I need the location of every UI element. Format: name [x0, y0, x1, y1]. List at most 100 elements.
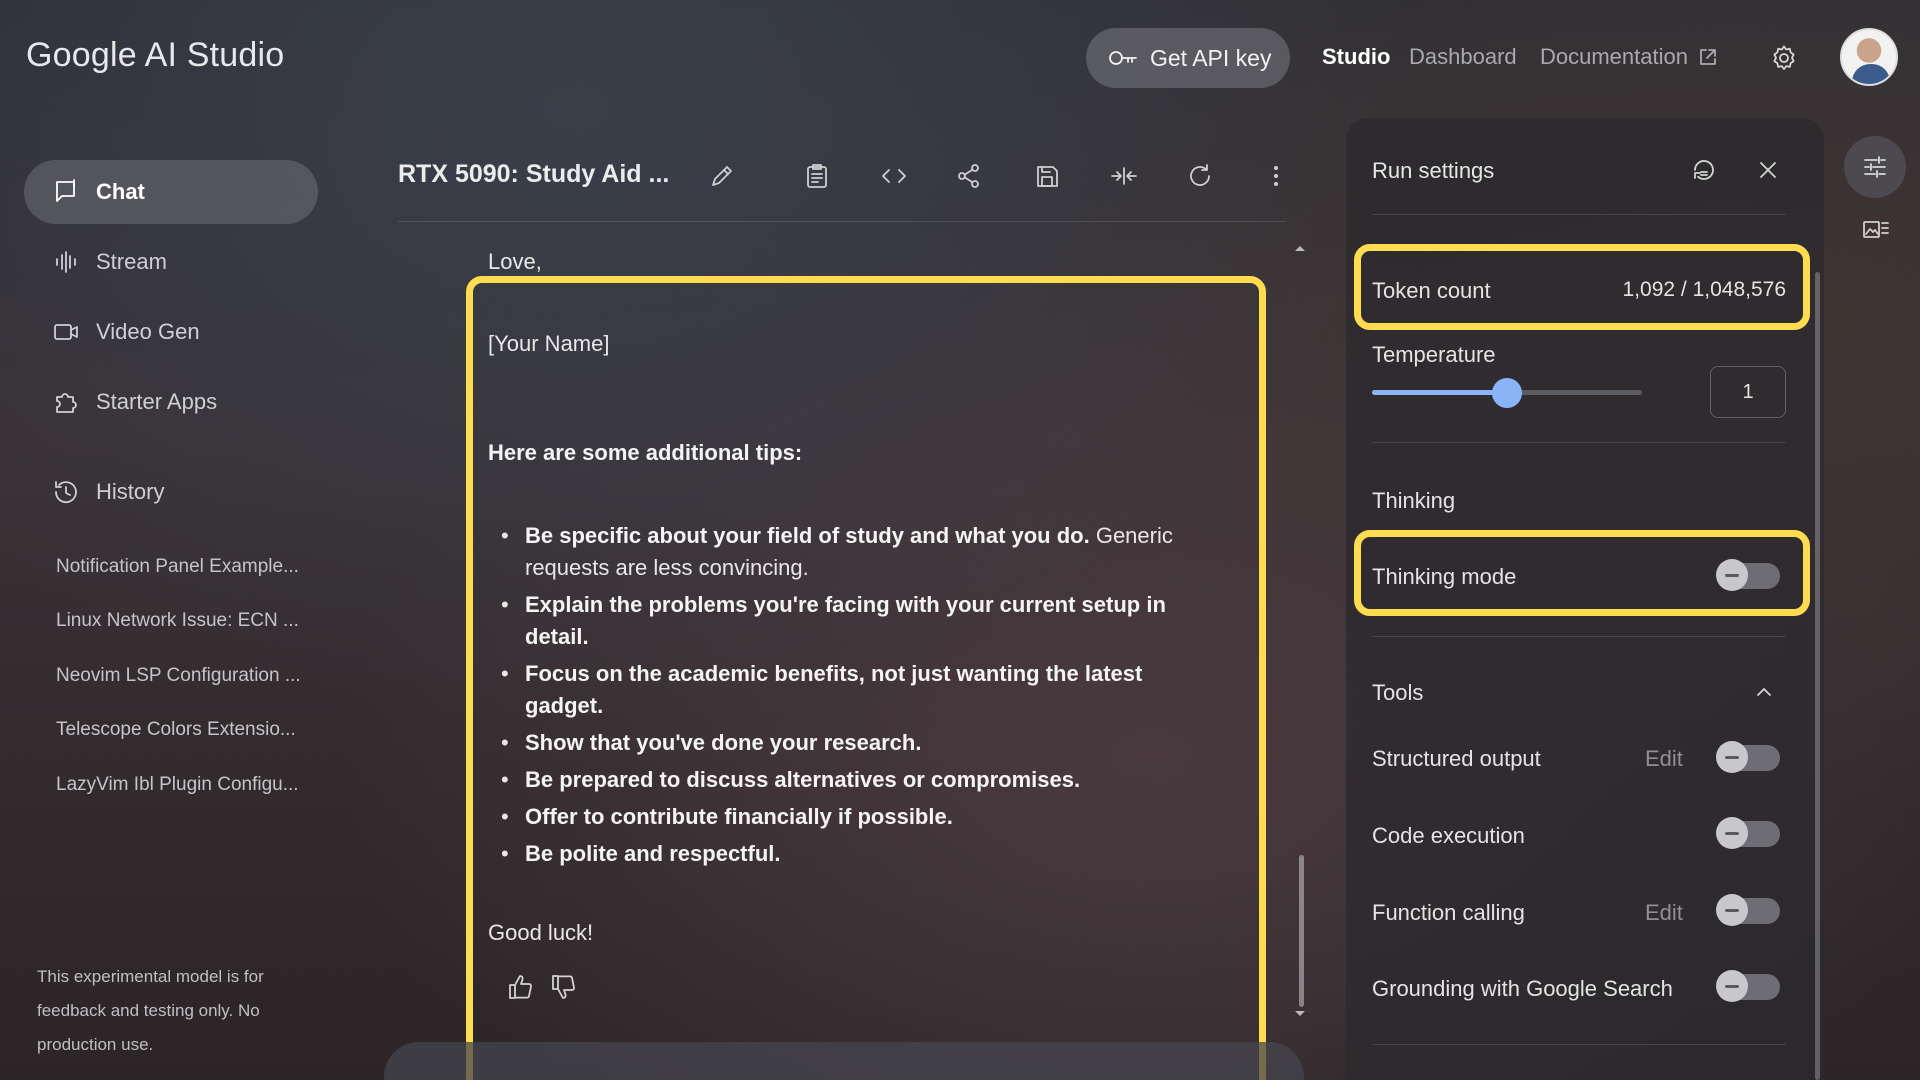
function-calling-toggle[interactable] [1716, 894, 1780, 926]
thumbs-up-icon[interactable] [506, 972, 536, 1002]
nav-documentation-label: Documentation [1540, 44, 1688, 69]
tip-bold: Explain the problems you're facing with … [525, 592, 1166, 649]
sidebar-item-label: Starter Apps [96, 389, 218, 414]
panel-scrollbar[interactable] [1815, 272, 1820, 1080]
toggle-knob [1716, 894, 1748, 926]
tune-icon [1861, 153, 1889, 181]
closing-text: Love, [488, 249, 542, 274]
panel-divider [1372, 214, 1786, 215]
tools-heading: Tools [1372, 680, 1424, 705]
experimental-disclaimer: This experimental model is for feedback … [37, 967, 264, 1054]
thinking-mode-label: Thinking mode [1372, 564, 1517, 589]
list-item: Be polite and respectful. [501, 838, 1205, 870]
tool-function-calling-label: Function calling [1372, 900, 1525, 925]
thinking-heading: Thinking [1372, 488, 1456, 513]
list-item: Focus on the academic benefits, not just… [501, 658, 1205, 722]
function-calling-edit-link[interactable]: Edit [1645, 900, 1683, 926]
puzzle-icon [52, 388, 80, 416]
toggle-knob [1716, 970, 1748, 1002]
temperature-input[interactable]: 1 [1710, 366, 1786, 418]
your-name-placeholder: [Your Name] [488, 331, 610, 356]
temperature-label: Temperature [1372, 342, 1496, 367]
tip-bold: Be polite and respectful. [525, 841, 781, 866]
chevron-up-icon[interactable] [1752, 680, 1776, 704]
stream-icon [52, 248, 80, 276]
panel-divider [1372, 442, 1786, 443]
list-item: Offer to contribute financially if possi… [501, 801, 1205, 833]
history-icon [52, 478, 80, 506]
sidebar-item-label: Stream [96, 249, 167, 274]
history-item[interactable]: Notification Panel Example... [56, 556, 299, 578]
user-avatar[interactable] [1840, 28, 1898, 86]
tips-list: Be specific about your field of study an… [501, 520, 1205, 875]
tip-bold: Be prepared to discuss alternatives or c… [525, 767, 1081, 792]
run-settings-title: Run settings [1372, 158, 1495, 183]
tip-bold: Show that you've done your research. [525, 730, 922, 755]
save-icon[interactable] [1033, 162, 1061, 190]
sidebar-item-label: History [96, 479, 165, 504]
tip-bold: Offer to contribute financially if possi… [525, 804, 953, 829]
reset-settings-icon[interactable] [1690, 156, 1718, 184]
get-api-key-button[interactable]: Get API key [1086, 28, 1290, 88]
external-link-icon [1698, 47, 1718, 67]
list-item: Be prepared to discuss alternatives or c… [501, 764, 1205, 796]
toggle-knob [1716, 817, 1748, 849]
close-icon[interactable] [1754, 156, 1782, 184]
tool-grounding-label: Grounding with Google Search [1372, 976, 1673, 1001]
tip-bold: Be specific about your field of study an… [525, 523, 1090, 548]
structured-output-toggle[interactable] [1716, 741, 1780, 773]
history-item[interactable]: Linux Network Issue: ECN ... [56, 610, 299, 632]
sidebar-item-label: Chat [96, 179, 145, 204]
list-item: Be specific about your field of study an… [501, 520, 1205, 584]
grounding-toggle[interactable] [1716, 970, 1780, 1002]
key-icon [1108, 48, 1138, 68]
nav-documentation[interactable]: Documentation [1540, 44, 1718, 70]
code-icon[interactable] [879, 162, 909, 190]
tips-heading: Here are some additional tips: [488, 440, 803, 465]
edit-pencil-icon[interactable] [708, 162, 736, 190]
sidebar-item-starter-apps[interactable]: Starter Apps [24, 370, 318, 434]
sidebar-item-history[interactable]: History [24, 460, 318, 524]
prompt-input-bar[interactable] [384, 1042, 1304, 1080]
scroll-down-arrow-icon[interactable] [1294, 1010, 1306, 1018]
token-count-label: Token count [1372, 278, 1491, 303]
history-item[interactable]: Neovim LSP Configuration ... [56, 665, 301, 687]
chat-title: RTX 5090: Study Aid ... [398, 160, 670, 188]
history-item[interactable]: LazyVim Ibl Plugin Configu... [56, 774, 299, 796]
header-divider [398, 221, 1286, 222]
sign-off-text: Good luck! [488, 920, 594, 945]
sidebar-item-stream[interactable]: Stream [24, 230, 318, 294]
compare-icon[interactable] [1109, 162, 1139, 190]
temperature-slider-fill [1372, 390, 1507, 395]
sidebar-item-video-gen[interactable]: Video Gen [24, 300, 318, 364]
settings-gear-icon[interactable] [1770, 44, 1798, 72]
nav-studio[interactable]: Studio [1322, 44, 1390, 70]
sidebar-item-chat[interactable]: Chat [24, 160, 318, 224]
share-icon[interactable] [955, 162, 983, 190]
refresh-icon[interactable] [1186, 162, 1214, 190]
scroll-up-arrow-icon[interactable] [1294, 244, 1306, 252]
thumbs-down-icon[interactable] [549, 972, 579, 1002]
tool-code-execution-label: Code execution [1372, 823, 1525, 848]
sidebar-item-label: Video Gen [96, 319, 200, 344]
sidebar: Chat Stream Video Gen Starter Apps Histo… [0, 110, 344, 1080]
tool-structured-output-label: Structured output [1372, 746, 1541, 771]
chat-icon [52, 178, 80, 206]
app-brand[interactable]: Google AI Studio [26, 36, 284, 75]
token-count-value: 1,092 / 1,048,576 [1622, 278, 1786, 301]
tune-settings-button[interactable] [1844, 136, 1906, 198]
toggle-knob [1716, 559, 1748, 591]
structured-output-edit-link[interactable]: Edit [1645, 746, 1683, 772]
thinking-mode-toggle[interactable] [1716, 559, 1780, 591]
media-gallery-icon[interactable] [1862, 218, 1890, 242]
clipboard-icon[interactable] [803, 162, 831, 190]
code-execution-toggle[interactable] [1716, 817, 1780, 849]
video-icon [52, 318, 80, 346]
history-item[interactable]: Telescope Colors Extensio... [56, 719, 296, 741]
list-item: Explain the problems you're facing with … [501, 589, 1205, 653]
panel-divider [1372, 1044, 1786, 1045]
temperature-slider-thumb[interactable] [1492, 378, 1522, 408]
nav-dashboard[interactable]: Dashboard [1409, 44, 1517, 70]
more-vert-icon[interactable] [1262, 162, 1290, 190]
chat-scrollbar[interactable] [1299, 855, 1304, 1007]
